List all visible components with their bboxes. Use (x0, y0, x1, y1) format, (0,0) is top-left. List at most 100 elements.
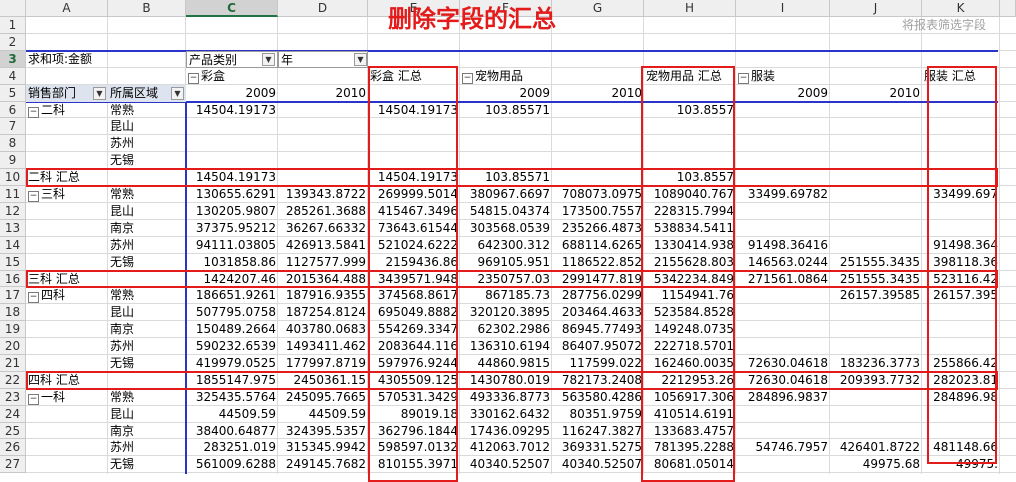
value-cell-g[interactable]: 235266.4873 (552, 220, 644, 237)
row-header-5[interactable]: 5 (0, 85, 26, 102)
dropdown-arrow-icon[interactable]: ▼ (262, 53, 275, 66)
value-cell-f[interactable]: 412063.7012 (460, 439, 552, 456)
value-cell-j[interactable]: 251555.3435 (830, 254, 922, 271)
value-cell-k[interactable]: 398118.36 (922, 254, 1000, 271)
value-cell-f[interactable]: 103.85571 (460, 169, 552, 186)
value-cell-d[interactable]: 1127577.999 (278, 254, 368, 271)
column-header-j[interactable]: J (830, 0, 922, 17)
row-header-18[interactable]: 18 (0, 304, 26, 321)
value-cell-e[interactable]: 4305509.125 (368, 372, 460, 389)
value-cell-f[interactable]: 303568.0539 (460, 220, 552, 237)
value-cell-d[interactable]: 285261.3688 (278, 203, 368, 220)
value-cell-g[interactable]: 86407.95072 (552, 338, 644, 355)
row-header-13[interactable]: 13 (0, 220, 26, 237)
value-cell-f[interactable]: 136310.6194 (460, 338, 552, 355)
value-cell-k[interactable]: 284896.98 (922, 389, 1000, 406)
row-header-27[interactable]: 27 (0, 456, 26, 473)
row-header-2[interactable]: 2 (0, 34, 26, 51)
value-cell-h[interactable]: 5342234.849 (644, 271, 736, 287)
value-cell-i[interactable]: 146563.0244 (736, 254, 830, 271)
value-cell-k[interactable]: 91498.364 (922, 237, 1000, 254)
value-cell-e[interactable]: 554269.3347 (368, 321, 460, 338)
value-cell-f[interactable]: 103.85571 (460, 102, 552, 118)
value-cell-c[interactable]: 507795.0758 (186, 304, 278, 321)
group-caihe[interactable]: − 彩盒 (186, 68, 368, 85)
value-cell-g[interactable]: 708073.0975 (552, 186, 644, 203)
value-cell-d[interactable]: 1493411.462 (278, 338, 368, 355)
value-cell-g[interactable]: 1186522.852 (552, 254, 644, 271)
value-cell-k[interactable]: 481148.66 (922, 439, 1000, 456)
row-header-3[interactable]: 3 (0, 51, 26, 68)
collapse-icon[interactable]: − (188, 73, 199, 84)
value-cell-g[interactable]: 563580.4286 (552, 389, 644, 406)
column-header-g[interactable]: G (552, 0, 644, 17)
column-header-a[interactable]: A (26, 0, 108, 17)
value-cell-h[interactable]: 1056917.306 (644, 389, 736, 406)
value-cell-d[interactable]: 44509.59 (278, 406, 368, 423)
value-cell-h[interactable]: 1089040.767 (644, 186, 736, 203)
value-cell-c[interactable]: 130205.9807 (186, 203, 278, 220)
value-cell-e[interactable]: 362796.1844 (368, 423, 460, 439)
column-header-c[interactable]: C (186, 0, 278, 17)
dept-label[interactable]: − 三科 (26, 186, 108, 203)
value-cell-i[interactable]: 33499.69782 (736, 186, 830, 203)
value-cell-f[interactable]: 380967.6697 (460, 186, 552, 203)
value-cell-i[interactable]: 54746.7957 (736, 439, 830, 456)
value-cell-d[interactable]: 426913.5841 (278, 237, 368, 254)
value-cell-g[interactable]: 203464.4633 (552, 304, 644, 321)
value-cell-e[interactable]: 374568.8617 (368, 287, 460, 304)
value-cell-h[interactable]: 1154941.76 (644, 287, 736, 304)
value-cell-c[interactable]: 1424207.46 (186, 271, 278, 287)
value-cell-h[interactable]: 228315.7994 (644, 203, 736, 220)
value-cell-g[interactable]: 173500.7557 (552, 203, 644, 220)
value-cell-c[interactable]: 186651.9261 (186, 287, 278, 304)
value-cell-e[interactable]: 521024.6222 (368, 237, 460, 254)
value-cell-c[interactable]: 14504.19173 (186, 102, 278, 118)
value-cell-h[interactable]: 149248.0735 (644, 321, 736, 338)
value-cell-c[interactable]: 44509.59 (186, 406, 278, 423)
row-header-11[interactable]: 11 (0, 186, 26, 203)
value-cell-f[interactable]: 969105.951 (460, 254, 552, 271)
value-cell-h[interactable]: 2155628.803 (644, 254, 736, 271)
value-cell-h[interactable]: 2212953.26 (644, 372, 736, 389)
value-cell-e[interactable]: 695049.8882 (368, 304, 460, 321)
value-cell-d[interactable]: 139343.8722 (278, 186, 368, 203)
value-cell-d[interactable]: 324395.5357 (278, 423, 368, 439)
row-header-17[interactable]: 17 (0, 287, 26, 304)
value-cell-c[interactable]: 561009.6288 (186, 456, 278, 473)
value-cell-d[interactable]: 2015364.488 (278, 271, 368, 287)
value-cell-h[interactable]: 523584.8528 (644, 304, 736, 321)
spreadsheet[interactable]: A B C D E F G H I J K 1 2 3 4 5 6 7 8 9 10 11 12 13 14 15 16 17 18 19… (0, 0, 1016, 482)
row-header-23[interactable]: 23 (0, 389, 26, 406)
value-cell-k[interactable]: 49975. (922, 456, 1000, 473)
row-header-22[interactable]: 22 (0, 372, 26, 389)
row-header-10[interactable]: 10 (0, 169, 26, 186)
value-cell-e[interactable]: 415467.3496 (368, 203, 460, 220)
value-cell-f[interactable]: 493336.8773 (460, 389, 552, 406)
value-cell-e[interactable]: 3439571.948 (368, 271, 460, 287)
row-header-6[interactable]: 6 (0, 102, 26, 118)
value-cell-e[interactable]: 810155.3971 (368, 456, 460, 473)
value-cell-i[interactable]: 91498.36416 (736, 237, 830, 254)
value-cell-j[interactable]: 251555.3435 (830, 271, 922, 287)
row-header-21[interactable]: 21 (0, 355, 26, 372)
row-header-19[interactable]: 19 (0, 321, 26, 338)
collapse-icon[interactable]: − (28, 191, 39, 202)
value-cell-f[interactable]: 642300.312 (460, 237, 552, 254)
value-cell-d[interactable]: 36267.66332 (278, 220, 368, 237)
value-cell-c[interactable]: 325435.5764 (186, 389, 278, 406)
row-header-1[interactable]: 1 (0, 17, 26, 34)
row-header-8[interactable]: 8 (0, 135, 26, 152)
value-cell-f[interactable]: 40340.52507 (460, 456, 552, 473)
row-header-12[interactable]: 12 (0, 203, 26, 220)
value-cell-f[interactable]: 54815.04374 (460, 203, 552, 220)
value-cell-c[interactable]: 283251.019 (186, 439, 278, 456)
value-cell-d[interactable]: 177997.8719 (278, 355, 368, 372)
row-header-20[interactable]: 20 (0, 338, 26, 355)
column-header-i[interactable]: I (736, 0, 830, 17)
value-cell-f[interactable]: 330162.6432 (460, 406, 552, 423)
dropdown-arrow-icon[interactable]: ▼ (354, 53, 367, 66)
collapse-icon[interactable]: − (462, 73, 473, 84)
value-cell-h[interactable]: 410514.6191 (644, 406, 736, 423)
group-clothing[interactable]: − 服装 (736, 68, 922, 85)
